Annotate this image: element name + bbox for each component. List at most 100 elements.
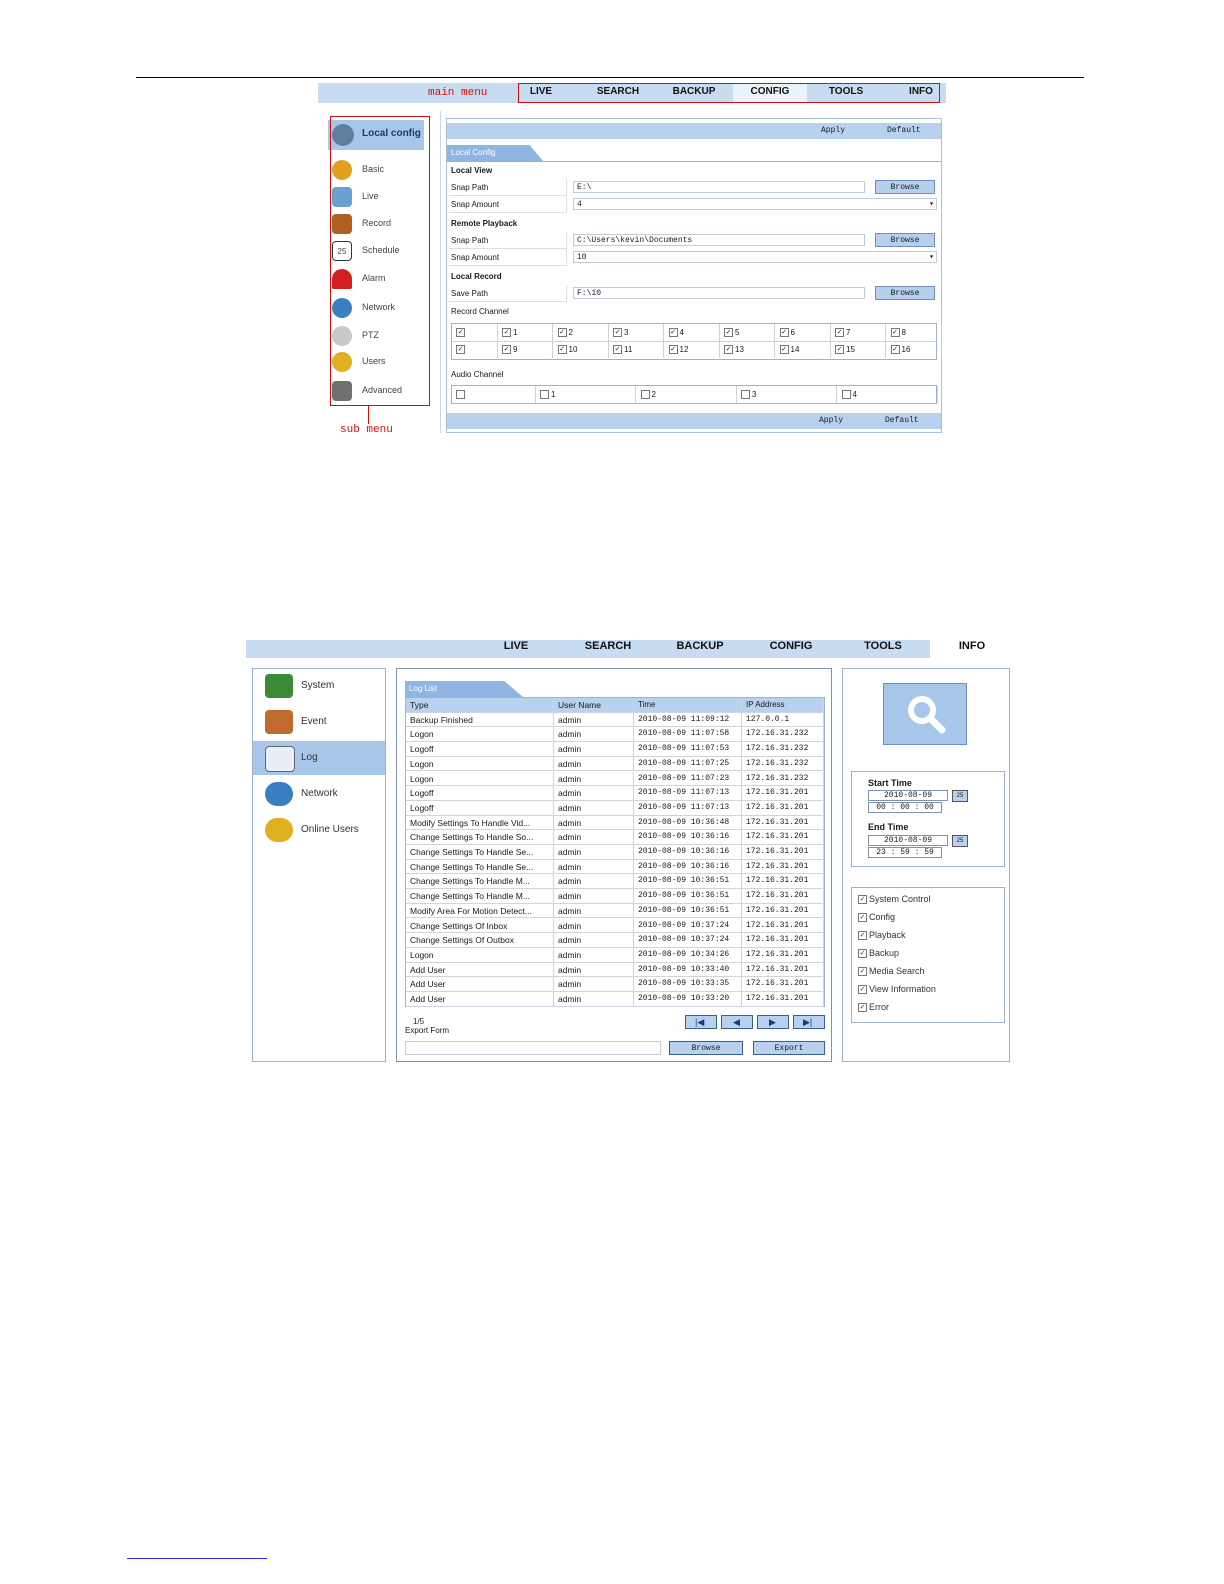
- table-row[interactable]: Add User admin 2010-08-09 10:33:20 172.16.3…: [406, 992, 824, 1007]
- log-type-filter-checkbox[interactable]: ✓ Media Search: [858, 966, 925, 977]
- record-select-all-row2[interactable]: ✓: [452, 341, 498, 358]
- record-channel-checkbox[interactable]: ✓ 1: [498, 324, 553, 341]
- tab-config[interactable]: CONFIG: [754, 640, 828, 658]
- time-cell: 2010-08-09 10:37:24: [634, 933, 742, 947]
- table-row[interactable]: Logon admin 2010-08-09 11:07:58 172.16.31.2…: [406, 727, 824, 743]
- log-type-filter-checkbox[interactable]: ✓ System Control: [858, 894, 931, 905]
- table-row[interactable]: Modify Settings To Handle Vid... admin 201…: [406, 815, 824, 831]
- channel-number: 4: [852, 390, 857, 399]
- record-channel-checkbox[interactable]: ✓ 8: [887, 324, 942, 341]
- save-path-input[interactable]: F:\10: [573, 287, 865, 299]
- apply-button[interactable]: Apply: [819, 416, 843, 425]
- table-row[interactable]: Change Settings To Handle Se... admin 2010…: [406, 859, 824, 875]
- record-channel-checkbox[interactable]: ✓ 7: [831, 324, 886, 341]
- record-channel-checkbox[interactable]: ✓ 5: [720, 324, 775, 341]
- audio-channel-checkbox[interactable]: 2: [637, 386, 737, 403]
- tab-tools[interactable]: TOOLS: [846, 640, 920, 658]
- remote-snap-path-input[interactable]: C:\Users\kevin\Documents: [573, 234, 865, 246]
- record-channel-checkbox[interactable]: ✓ 13: [720, 341, 775, 358]
- calendar-icon[interactable]: 25: [952, 790, 968, 802]
- column-header-user[interactable]: User Name: [554, 698, 634, 712]
- table-row[interactable]: Modify Area For Motion Detect... admin 201…: [406, 903, 824, 919]
- sidebar-item-event[interactable]: Event: [253, 705, 385, 739]
- log-type-filter-checkbox[interactable]: ✓ Backup: [858, 948, 899, 959]
- export-button[interactable]: Export: [753, 1041, 825, 1055]
- local-snap-amount-select[interactable]: 4 ▾: [573, 198, 937, 210]
- local-snap-path-input[interactable]: E:\: [573, 181, 865, 193]
- record-channel-checkbox[interactable]: ✓ 16: [887, 341, 942, 358]
- log-type-filter-checkbox[interactable]: ✓ Error: [858, 1002, 889, 1013]
- browse-button[interactable]: Browse: [669, 1041, 743, 1055]
- log-type-filter-checkbox[interactable]: ✓ View Information: [858, 984, 936, 995]
- audio-channel-checkbox[interactable]: 1: [536, 386, 636, 403]
- record-channel-checkbox[interactable]: ✓ 9: [498, 341, 553, 358]
- table-row[interactable]: Add User admin 2010-08-09 10:33:40 172.16.3…: [406, 962, 824, 978]
- save-path-row: Save Path F:\10 Browse: [449, 285, 939, 302]
- next-page-button[interactable]: ▶: [757, 1015, 789, 1029]
- table-row[interactable]: Logon admin 2010-08-09 11:07:23 172.16.31.2…: [406, 771, 824, 787]
- browse-button[interactable]: Browse: [875, 286, 935, 300]
- table-row[interactable]: Logon admin 2010-08-09 11:07:25 172.16.31.2…: [406, 756, 824, 772]
- record-channel-checkbox[interactable]: ✓ 12: [665, 341, 720, 358]
- sidebar-item-log[interactable]: Log: [253, 741, 385, 775]
- record-channel-checkbox[interactable]: ✓ 2: [554, 324, 609, 341]
- tab-local-config[interactable]: Local Config: [447, 145, 543, 161]
- sidebar-item-system[interactable]: System: [253, 669, 385, 703]
- table-row[interactable]: Change Settings Of Outbox admin 2010-08-09…: [406, 933, 824, 948]
- ip-address-cell: 172.16.31.201: [742, 903, 824, 918]
- calendar-icon[interactable]: 25: [952, 835, 968, 847]
- default-button[interactable]: Default: [887, 126, 921, 135]
- log-type-filter-checkbox[interactable]: ✓ Config: [858, 912, 895, 923]
- sidebar-item-online-users[interactable]: Online Users: [253, 813, 385, 847]
- table-row[interactable]: Logoff admin 2010-08-09 11:07:13 172.16.31.…: [406, 786, 824, 801]
- table-row[interactable]: Change Settings To Handle So... admin 2010…: [406, 830, 824, 845]
- table-row[interactable]: Add User admin 2010-08-09 10:33:35 172.16.3…: [406, 977, 824, 992]
- audio-channel-checkbox[interactable]: 3: [737, 386, 837, 403]
- sidebar-item-network[interactable]: Network: [253, 777, 385, 811]
- table-row[interactable]: Backup Finished admin 2010-08-09 11:09:12 1…: [406, 712, 824, 728]
- user-name-cell: admin: [554, 947, 634, 962]
- record-channel-checkbox[interactable]: ✓ 10: [554, 341, 609, 358]
- record-select-all[interactable]: ✓: [452, 324, 498, 341]
- table-row[interactable]: Logon admin 2010-08-09 10:34:26 172.16.31.2…: [406, 947, 824, 963]
- last-page-button[interactable]: ▶|: [793, 1015, 825, 1029]
- table-row[interactable]: Logoff admin 2010-08-09 11:07:53 172.16.31.…: [406, 742, 824, 757]
- tab-search[interactable]: SEARCH: [572, 640, 644, 658]
- end-date-input[interactable]: 2010-08-09: [868, 835, 948, 846]
- table-row[interactable]: Change Settings To Handle Se... admin 2010…: [406, 845, 824, 860]
- column-header-ip[interactable]: IP Address: [742, 698, 824, 712]
- log-type-filter-checkbox[interactable]: ✓ Playback: [858, 930, 906, 941]
- start-clock-input[interactable]: 00 : 00 : 00: [868, 802, 942, 813]
- tab-log-list[interactable]: Log List: [405, 681, 523, 697]
- table-row[interactable]: Logoff admin 2010-08-09 11:07:13 172.16.31.…: [406, 800, 824, 816]
- log-type-cell: Change Settings Of Outbox: [406, 933, 554, 947]
- first-page-button[interactable]: |◀: [685, 1015, 717, 1029]
- column-header-type[interactable]: Type: [406, 698, 554, 712]
- column-header-time[interactable]: Time: [634, 698, 742, 712]
- start-date-input[interactable]: 2010-08-09: [868, 790, 948, 801]
- record-channel-checkbox[interactable]: ✓ 6: [776, 324, 831, 341]
- user-name-cell: admin: [554, 712, 634, 727]
- remote-snap-amount-select[interactable]: 10 ▾: [573, 251, 937, 263]
- table-row[interactable]: Change Settings To Handle M... admin 2010-…: [406, 874, 824, 890]
- end-clock-input[interactable]: 23 : 59 : 59: [868, 847, 942, 858]
- table-row[interactable]: Change Settings Of Inbox admin 2010-08-09 …: [406, 918, 824, 934]
- tab-backup[interactable]: BACKUP: [666, 640, 734, 658]
- audio-select-all[interactable]: [452, 386, 536, 403]
- record-channel-checkbox[interactable]: ✓ 15: [831, 341, 886, 358]
- export-path-input[interactable]: [405, 1041, 661, 1055]
- browse-button[interactable]: Browse: [875, 180, 935, 194]
- audio-channel-checkbox[interactable]: 4: [838, 386, 938, 403]
- record-channel-checkbox[interactable]: ✓ 14: [776, 341, 831, 358]
- record-channel-checkbox[interactable]: ✓ 11: [609, 341, 664, 358]
- record-channel-checkbox[interactable]: ✓ 4: [665, 324, 720, 341]
- tab-live[interactable]: LIVE: [486, 640, 546, 658]
- default-button[interactable]: Default: [885, 416, 919, 425]
- table-row[interactable]: Change Settings To Handle M... admin 2010-…: [406, 889, 824, 904]
- apply-button[interactable]: Apply: [821, 126, 845, 135]
- record-channel-checkbox[interactable]: ✓ 3: [609, 324, 664, 341]
- search-button[interactable]: [883, 683, 967, 745]
- prev-page-button[interactable]: ◀: [721, 1015, 753, 1029]
- tab-info[interactable]: INFO: [930, 640, 1014, 658]
- browse-button[interactable]: Browse: [875, 233, 935, 247]
